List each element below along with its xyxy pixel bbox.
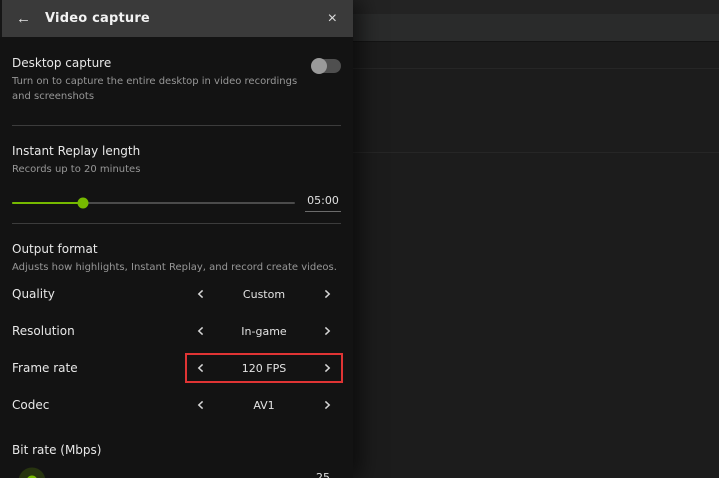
resolution-setting: Resolution In-game xyxy=(12,313,341,349)
background-header-band xyxy=(353,14,719,42)
dimmed-background-page xyxy=(353,0,719,478)
instant-replay-value-field[interactable]: 05:00 xyxy=(305,194,341,212)
panel-title: Video capture xyxy=(45,11,150,26)
chevron-left-icon[interactable] xyxy=(187,392,215,418)
quality-value: Custom xyxy=(215,288,313,301)
toggle-knob xyxy=(311,58,327,74)
quality-label: Quality xyxy=(12,287,187,301)
chevron-left-icon[interactable] xyxy=(187,318,215,344)
background-row-divider xyxy=(353,152,719,153)
chevron-left-icon[interactable] xyxy=(187,281,215,307)
instant-replay-slider-knob[interactable] xyxy=(77,198,88,209)
instant-replay-description: Records up to 20 minutes xyxy=(12,162,341,177)
frame-rate-stepper: 120 FPS xyxy=(187,355,341,381)
frame-rate-setting: Frame rate 120 FPS xyxy=(12,350,341,386)
desktop-capture-setting: Desktop capture Turn on to capture the e… xyxy=(12,56,341,104)
chevron-right-icon[interactable] xyxy=(313,392,341,418)
panel-header: ← Video capture × xyxy=(0,0,353,37)
quality-stepper: Custom xyxy=(187,281,341,307)
bit-rate-label: Bit rate (Mbps) xyxy=(12,443,341,457)
codec-value: AV1 xyxy=(215,399,313,412)
quality-setting: Quality Custom xyxy=(12,276,341,312)
output-format-label: Output format xyxy=(12,242,341,256)
instant-replay-label: Instant Replay length xyxy=(12,144,341,158)
chevron-right-icon[interactable] xyxy=(313,318,341,344)
video-capture-panel: ← Video capture × Desktop capture Turn o… xyxy=(0,0,353,478)
section-divider xyxy=(12,223,341,224)
output-format-description: Adjusts how highlights, Instant Replay, … xyxy=(12,260,341,275)
slider-fill xyxy=(12,202,83,204)
codec-setting: Codec AV1 xyxy=(12,387,341,423)
codec-label: Codec xyxy=(12,398,187,412)
instant-replay-slider[interactable] xyxy=(12,202,295,204)
resolution-label: Resolution xyxy=(12,324,187,338)
close-icon[interactable]: × xyxy=(326,11,339,27)
chevron-left-icon[interactable] xyxy=(187,355,215,381)
codec-stepper: AV1 xyxy=(187,392,341,418)
desktop-capture-toggle[interactable] xyxy=(312,59,341,73)
desktop-capture-label: Desktop capture xyxy=(12,56,312,70)
section-divider xyxy=(12,125,341,126)
chevron-right-icon[interactable] xyxy=(313,355,341,381)
chevron-right-icon[interactable] xyxy=(313,281,341,307)
background-titlebar xyxy=(353,0,719,14)
back-button[interactable]: ← xyxy=(14,11,33,26)
background-row-divider xyxy=(353,68,719,69)
frame-rate-label: Frame rate xyxy=(12,361,187,375)
bit-rate-value-field[interactable]: 25 xyxy=(305,471,341,478)
resolution-value: In-game xyxy=(215,325,313,338)
resolution-stepper: In-game xyxy=(187,318,341,344)
desktop-capture-description: Turn on to capture the entire desktop in… xyxy=(12,74,304,104)
frame-rate-value: 120 FPS xyxy=(215,362,313,375)
